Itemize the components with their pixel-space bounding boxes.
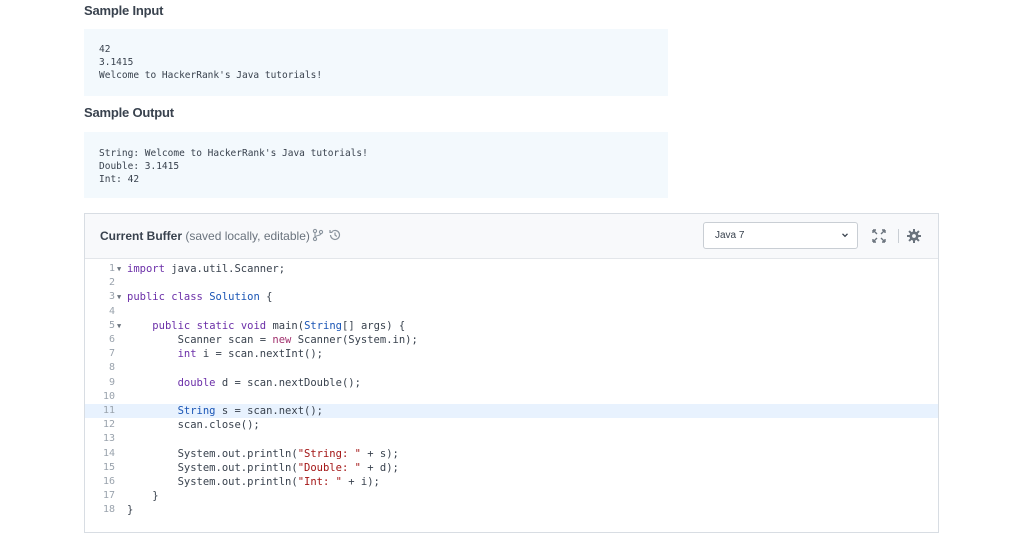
fold-arrow-icon[interactable]: ▼ — [117, 262, 121, 276]
code-text: int i = scan.nextInt(); — [177, 348, 323, 361]
code-editor: Current Buffer (saved locally, editable)… — [84, 213, 939, 533]
buffer-title-subtitle: (saved locally, editable) — [185, 229, 310, 243]
line-number: 9 — [108, 376, 115, 388]
code-text: System.out.println("Double: " + d); — [127, 461, 399, 474]
code-text: } — [127, 504, 134, 517]
line-number: 11 — [102, 405, 115, 416]
branch-icon[interactable] — [311, 228, 325, 242]
buffer-title: Current Buffer (saved locally, editable) — [100, 229, 310, 243]
code-area[interactable]: 1 ▼ import java.util.Scanner; 2 3 ▼ public cla… — [85, 258, 938, 532]
line-number: 2 — [108, 277, 115, 289]
sample-input-box: 42 3.1415 Welcome to HackerRank's Java t… — [84, 29, 668, 96]
line-number: 18 — [102, 504, 115, 516]
line-number: 5 — [108, 319, 115, 331]
line-number: 14 — [102, 447, 115, 459]
sample-input-line: 42 — [99, 44, 111, 55]
gear-icon[interactable] — [906, 228, 922, 244]
code-line[interactable]: 16 System.out.println("Int: " + i); — [85, 475, 938, 489]
fold-arrow-icon[interactable]: ▼ — [117, 290, 121, 304]
code-text: Scanner scan = new Scanner(System.in); — [127, 334, 418, 346]
code-line[interactable]: 4 — [85, 305, 938, 319]
history-icon[interactable] — [328, 228, 342, 242]
code-text: String s = scan.next(); — [177, 405, 323, 417]
sample-input-line: Welcome to HackerRank's Java tutorials! — [99, 70, 323, 81]
sample-input-title: Sample Input — [84, 3, 164, 18]
code-text: public static void main(String[] args) { — [152, 319, 406, 332]
sample-output-line: String: Welcome to HackerRank's Java tut… — [99, 148, 368, 159]
code-line[interactable]: 18} — [85, 503, 938, 517]
line-number: 1 — [108, 263, 115, 274]
code-text: System.out.println("Int: " + i); — [127, 476, 380, 488]
line-number: 3 — [108, 291, 115, 303]
language-select[interactable]: Java 7 — [703, 222, 858, 249]
line-number: 17 — [102, 490, 115, 502]
code-text: } — [127, 490, 159, 503]
code-line[interactable]: 7 int i = scan.nextInt(); — [85, 347, 938, 361]
sample-input-line: 3.1415 — [99, 57, 134, 68]
code-text: public class Solution { — [127, 291, 273, 304]
code-line[interactable]: 12 scan.close(); — [85, 418, 938, 432]
sample-output-line: Int: 42 — [99, 174, 140, 185]
line-number: 8 — [108, 362, 115, 374]
code-text: import java.util.Scanner; — [127, 263, 286, 275]
sample-output-title: Sample Output — [84, 105, 174, 120]
code-text: scan.close(); — [127, 419, 260, 432]
line-number: 15 — [102, 461, 115, 473]
language-select-value: Java 7 — [715, 230, 745, 241]
code-line[interactable]: 6 Scanner scan = new Scanner(System.in); — [85, 333, 938, 347]
code-line[interactable]: 15 System.out.println("Double: " + d); — [85, 461, 938, 475]
line-number: 4 — [108, 305, 115, 317]
fold-arrow-icon[interactable]: ▼ — [117, 319, 121, 333]
fullscreen-icon[interactable] — [871, 228, 887, 244]
header-divider — [898, 229, 899, 243]
chevron-down-icon — [842, 233, 848, 238]
line-number: 13 — [102, 433, 115, 445]
sample-output-box: String: Welcome to HackerRank's Java tut… — [84, 132, 668, 198]
code-line[interactable]: 8 — [85, 361, 938, 375]
code-line[interactable]: 14 System.out.println("String: " + s); — [85, 447, 938, 461]
buffer-title-label: Current Buffer — [100, 229, 183, 243]
code-line[interactable]: 3 ▼ public class Solution { — [85, 290, 938, 304]
code-line[interactable]: 10 — [85, 390, 938, 404]
code-line[interactable]: 13 — [85, 432, 938, 446]
line-number: 16 — [102, 476, 115, 487]
code-line[interactable]: 2 — [85, 276, 938, 290]
code-line[interactable]: 1 ▼ import java.util.Scanner; — [85, 262, 938, 276]
code-line[interactable]: 9 double d = scan.nextDouble(); — [85, 376, 938, 390]
code-line[interactable]: 17 } — [85, 489, 938, 503]
line-number: 7 — [108, 348, 115, 360]
editor-header: Current Buffer (saved locally, editable)… — [85, 214, 938, 259]
bottom-fade — [85, 526, 938, 532]
line-number: 12 — [102, 419, 115, 431]
line-number: 6 — [108, 334, 115, 345]
code-text: System.out.println("String: " + s); — [127, 447, 399, 460]
code-text: double d = scan.nextDouble(); — [177, 376, 361, 389]
code-line[interactable]: 11 String s = scan.next(); — [85, 404, 938, 418]
line-number: 10 — [102, 390, 115, 402]
code-line[interactable]: 5 ▼ public static void main(String[] args… — [85, 319, 938, 333]
sample-output-line: Double: 3.1415 — [99, 161, 180, 172]
